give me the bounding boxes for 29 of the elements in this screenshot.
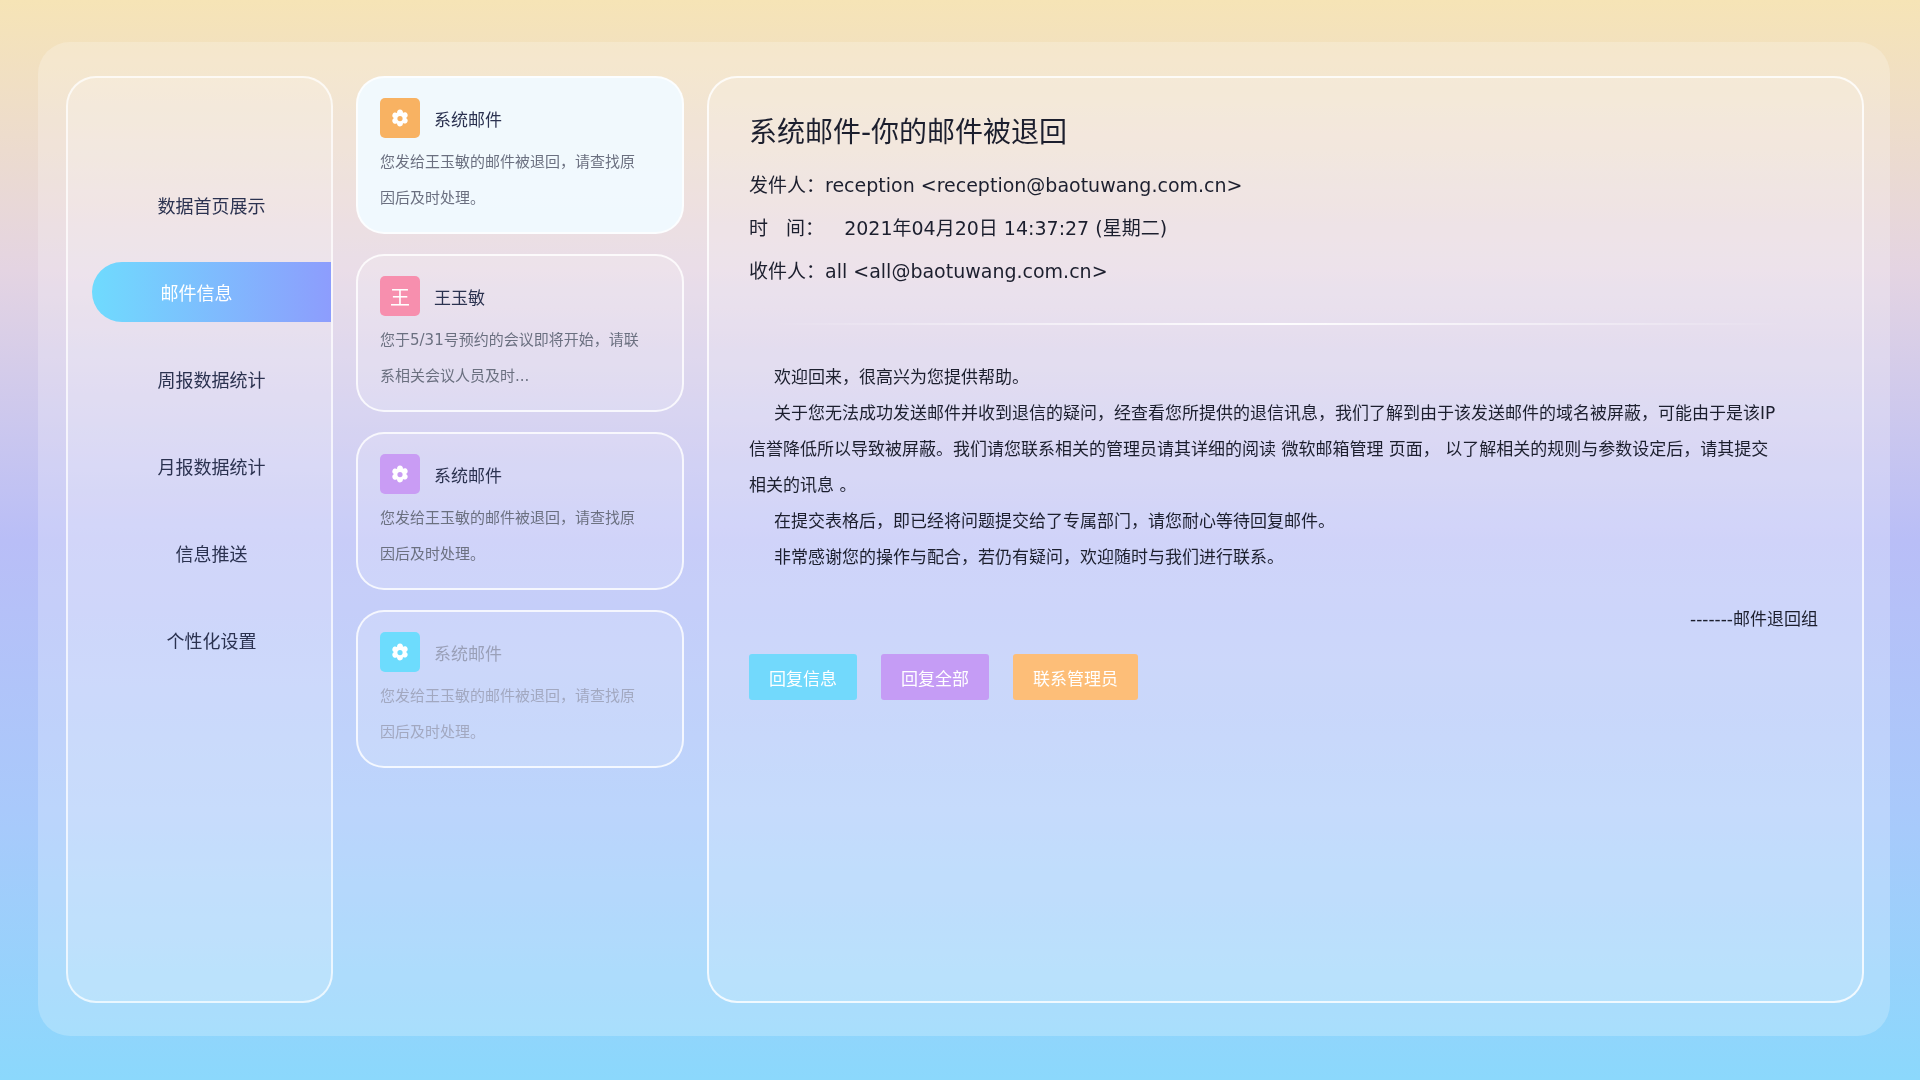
meta-label: 收件人：: [749, 259, 825, 284]
meta-value: 2021年04月20日 14:37:27 (星期二): [844, 216, 1168, 241]
nav-item[interactable]: 周报数据统计: [92, 349, 331, 409]
nav-item[interactable]: 信息推送: [92, 523, 331, 583]
sender-name: 王玉敏: [434, 286, 485, 309]
message-card[interactable]: 系统邮件 您发给王玉敏的邮件被退回，请查找原因后及时处理。: [356, 76, 684, 234]
meta-value: reception <reception@baotuwang.com.cn>: [825, 173, 1243, 198]
email-paragraph: 关于您无法成功发送邮件并收到退信的疑问，经查看您所提供的退信讯息，我们了解到由于该发送邮件的域名被屏蔽，可能由于是该IP信誉降低所以导致被屏蔽。我们请您联系相关的管理员请其详细的阅读 微软邮箱管理 页面， 以了解相关的规则与参数设定后，请其提交相关的讯息 。: [749, 402, 1777, 497]
sender-name: 系统邮件: [434, 642, 502, 665]
message-card[interactable]: 王 王玉敏 您于5/31号预约的会议即将开始，请联系相关会议人员及时...: [356, 254, 684, 412]
message-preview: 您发给王玉敏的邮件被退回，请查找原因后及时处理。: [380, 686, 636, 743]
meta-label: 发件人：: [749, 173, 825, 198]
nav-item[interactable]: 个性化设置: [92, 610, 331, 670]
message-preview: 您于5/31号预约的会议即将开始，请联系相关会议人员及时...: [380, 330, 640, 387]
sender-name: 系统邮件: [434, 464, 502, 487]
email-paragraph: 在提交表格后，即已经将问题提交给了专属部门，请您耐心等待回复邮件。: [773, 510, 1336, 533]
email-signature: -------邮件退回组: [1690, 608, 1818, 630]
meta-label: 时 间：: [749, 216, 825, 241]
meta-value: all <all@baotuwang.com.cn>: [825, 259, 1108, 284]
message-card[interactable]: 系统邮件 您发给王玉敏的邮件被退回，请查找原因后及时处理。: [356, 432, 684, 590]
email-paragraph: 非常感谢您的操作与配合，若仍有疑问，欢迎随时与我们进行联系。: [773, 546, 1285, 569]
message-preview: 您发给王玉敏的邮件被退回，请查找原因后及时处理。: [380, 508, 636, 565]
email-paragraph: 欢迎回来，很高兴为您提供帮助。: [773, 366, 1030, 389]
nav-item[interactable]: 月报数据统计: [92, 436, 331, 496]
message-preview: 您发给王玉敏的邮件被退回，请查找原因后及时处理。: [380, 152, 636, 209]
email-title: 系统邮件-你的邮件被退回: [749, 115, 1069, 150]
nav-item[interactable]: 数据首页展示: [92, 175, 331, 235]
initial-avatar: 王: [380, 276, 420, 316]
sender-name: 系统邮件: [434, 108, 502, 131]
